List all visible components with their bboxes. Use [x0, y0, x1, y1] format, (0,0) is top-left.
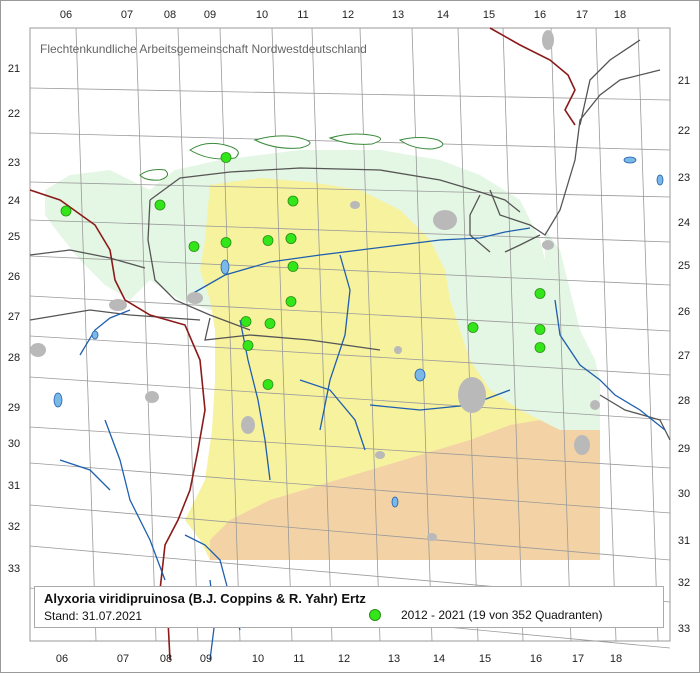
y-tick-right: 22 [678, 125, 690, 137]
lake [656, 174, 664, 186]
y-tick-right: 30 [678, 488, 690, 500]
x-tick-bottom: 09 [200, 653, 212, 665]
record-dot [534, 324, 546, 335]
record-dot [534, 288, 546, 299]
y-tick-left: 33 [8, 563, 20, 575]
x-tick-bottom: 08 [160, 653, 172, 665]
y-tick-left: 32 [8, 521, 20, 533]
x-tick-top: 12 [342, 9, 354, 21]
y-tick-right: 23 [678, 172, 690, 184]
urban-area [433, 210, 457, 230]
record-dot [240, 316, 252, 327]
lake [53, 392, 63, 408]
urban-area [350, 201, 360, 209]
y-tick-left: 23 [8, 157, 20, 169]
record-dot [188, 241, 200, 252]
x-tick-top: 09 [204, 9, 216, 21]
y-tick-left: 29 [8, 402, 20, 414]
y-tick-right: 31 [678, 535, 690, 547]
urban-area [30, 343, 46, 357]
x-tick-bottom: 11 [293, 653, 304, 665]
x-tick-bottom: 13 [388, 653, 400, 665]
urban-area [458, 377, 486, 413]
record-dot [262, 235, 274, 246]
legend-box: Alyxoria viridipruinosa (B.J. Coppins & … [34, 586, 664, 628]
x-tick-top: 18 [614, 9, 626, 21]
urban-area [574, 435, 590, 455]
urban-area [542, 240, 554, 250]
y-tick-left: 24 [8, 195, 20, 207]
y-tick-left: 31 [8, 480, 20, 492]
urban-area [590, 400, 600, 410]
y-tick-left: 28 [8, 352, 20, 364]
record-dot [220, 152, 232, 163]
x-tick-bottom: 12 [338, 653, 350, 665]
y-tick-left: 27 [8, 311, 20, 323]
urban-area [394, 346, 402, 354]
urban-area [145, 391, 159, 403]
x-tick-bottom: 18 [610, 653, 622, 665]
stand-date: Stand: 31.07.2021 [44, 609, 143, 623]
x-tick-bottom: 10 [252, 653, 264, 665]
x-tick-top: 16 [534, 9, 546, 21]
record-dot [467, 322, 479, 333]
x-tick-top: 13 [392, 9, 404, 21]
record-dot [262, 379, 274, 390]
y-tick-right: 29 [678, 443, 690, 455]
x-tick-top: 06 [60, 9, 72, 21]
x-tick-top: 08 [164, 9, 176, 21]
lake [623, 156, 637, 164]
y-tick-left: 25 [8, 231, 20, 243]
y-tick-right: 21 [678, 75, 690, 87]
record-dot [285, 233, 297, 244]
record-dot [60, 205, 72, 217]
x-tick-bottom: 14 [433, 653, 445, 665]
lake [220, 259, 230, 275]
record-dot [287, 261, 299, 272]
record-dot [285, 296, 297, 307]
y-tick-left: 22 [8, 108, 20, 120]
x-tick-bottom: 07 [117, 653, 129, 665]
lake [391, 496, 399, 508]
species-name: Alyxoria viridipruinosa (B.J. Coppins & … [44, 591, 366, 606]
x-tick-top: 14 [437, 9, 449, 21]
x-tick-bottom: 16 [530, 653, 542, 665]
urban-area [427, 533, 437, 541]
y-tick-left: 30 [8, 438, 20, 450]
x-tick-bottom: 15 [479, 653, 491, 665]
record-dot [242, 340, 254, 351]
record-dot [154, 199, 166, 211]
urban-area [187, 292, 203, 304]
x-tick-bottom: 17 [572, 653, 584, 665]
y-tick-right: 28 [678, 395, 690, 407]
urban-area [375, 451, 385, 459]
urban-area [542, 30, 554, 50]
y-tick-right: 25 [678, 260, 690, 272]
y-tick-right: 33 [678, 623, 690, 635]
record-dot [264, 318, 276, 329]
record-dot [287, 195, 299, 207]
legend-dot [369, 609, 381, 621]
urban-area [241, 416, 255, 434]
y-tick-right: 24 [678, 217, 690, 229]
lake [91, 330, 99, 340]
x-tick-top: 11 [297, 9, 308, 21]
y-tick-left: 21 [8, 63, 20, 75]
y-tick-right: 32 [678, 577, 690, 589]
legend-range-label: 2012 - 2021 (19 von 352 Quadranten) [401, 608, 603, 622]
y-tick-right: 27 [678, 350, 690, 362]
record-dot [220, 237, 232, 248]
distribution-map: Flechtenkundliche Arbeitsgemeinschaft No… [0, 0, 700, 673]
x-tick-top: 17 [576, 9, 588, 21]
lake [414, 368, 426, 382]
record-dot [534, 342, 546, 353]
x-tick-top: 10 [256, 9, 268, 21]
y-tick-right: 26 [678, 306, 690, 318]
x-tick-top: 15 [483, 9, 495, 21]
x-tick-top: 07 [121, 9, 133, 21]
urban-area [109, 299, 127, 311]
header-text: Flechtenkundliche Arbeitsgemeinschaft No… [40, 42, 367, 56]
y-tick-left: 26 [8, 271, 20, 283]
x-tick-bottom: 06 [56, 653, 68, 665]
